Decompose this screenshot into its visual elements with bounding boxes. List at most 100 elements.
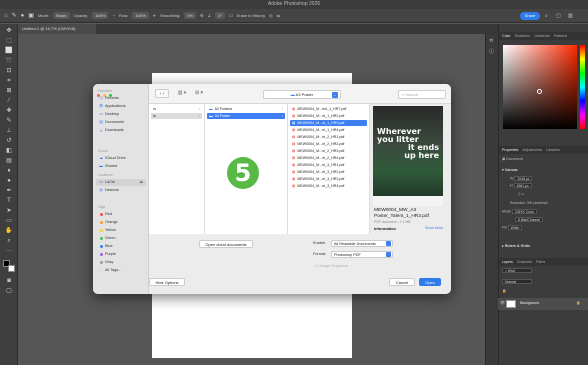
smoothing-field[interactable]: 0%: [184, 12, 197, 19]
pressure-size-icon[interactable]: ◎: [269, 13, 273, 18]
layer-visibility-icon[interactable]: 👁: [500, 300, 505, 305]
file-item[interactable]: ▤ MEW0004_M...nt_3_HR3.pdf: [290, 176, 367, 182]
tab-color[interactable]: Color: [502, 34, 511, 38]
tab-channels[interactable]: Channels: [517, 260, 532, 264]
pressure-opacity-icon[interactable]: ◔: [112, 13, 114, 18]
lasso-tool-icon[interactable]: ➰: [5, 58, 13, 65]
smoothing-settings-icon[interactable]: ⚙: [200, 13, 204, 18]
object-select-tool-icon[interactable]: ⊡: [5, 68, 13, 75]
document-tab[interactable]: Untitled-1 @ 16.7% (CMYK/8): [18, 24, 96, 34]
file-item[interactable]: ▤ MEW0004_M...nt_3_HR2.pdf: [290, 169, 367, 175]
color-mode-select[interactable]: CMYK Color: [512, 209, 537, 214]
search-input[interactable]: ⌕ Search: [398, 90, 446, 99]
tab-adjustments[interactable]: Adjustments: [522, 148, 542, 152]
path-select[interactable]: ▬ A3 Poster ⌄: [263, 90, 341, 99]
tab-patterns[interactable]: Patterns: [554, 34, 567, 38]
eyedropper-tool-icon[interactable]: ⁄: [5, 98, 13, 105]
opacity-field[interactable]: 100%: [92, 12, 109, 19]
layer-name[interactable]: Background: [520, 301, 539, 305]
shape-tool-icon[interactable]: ▭: [5, 218, 13, 225]
brush-size-icon[interactable]: ●: [21, 13, 25, 19]
eject-icon[interactable]: ⏏: [139, 179, 143, 186]
brush-icon[interactable]: ✎: [12, 12, 17, 19]
folder-a2-posters[interactable]: ▬ A2 Posters ›: [207, 106, 285, 112]
tab-gradients[interactable]: Gradients: [534, 34, 550, 38]
eraser-tool-icon[interactable]: ◧: [5, 148, 13, 155]
frame-tool-icon[interactable]: ⊠: [5, 88, 13, 95]
color-picker-marker[interactable]: [537, 89, 542, 94]
flow-field[interactable]: 100%: [132, 12, 149, 19]
sidebar-item-green[interactable]: Green: [99, 235, 116, 242]
brush-tool-icon[interactable]: ✎: [5, 118, 13, 125]
list-item[interactable]: ts ›: [151, 113, 202, 119]
file-item[interactable]: ▤ MEW0004_M...nt_2_HR2.pdf: [290, 141, 367, 147]
width-field[interactable]: 2048 px: [514, 176, 533, 181]
angle-icon[interactable]: ∠: [208, 13, 212, 18]
info-panel-icon[interactable]: ⓘ: [489, 48, 494, 55]
move-tool-icon[interactable]: ✥: [5, 28, 13, 35]
pen-tool-icon[interactable]: ✒: [5, 188, 13, 195]
blur-tool-icon[interactable]: ♦: [5, 168, 13, 175]
background-color-swatch[interactable]: [8, 265, 15, 272]
healing-tool-icon[interactable]: ✚: [5, 108, 13, 115]
tab-paths[interactable]: Paths: [536, 260, 545, 264]
landscape-icon[interactable]: ▭: [521, 192, 524, 196]
gradient-tool-icon[interactable]: ▤: [5, 158, 13, 165]
marquee-tool-icon[interactable]: ⬜: [5, 48, 13, 55]
history-brush-tool-icon[interactable]: ↺: [5, 138, 13, 145]
cancel-button[interactable]: Cancel: [389, 278, 415, 286]
erase-history-checkbox[interactable]: ☐: [229, 13, 233, 18]
sidebar-item-desktop[interactable]: ▭ Desktop: [99, 111, 119, 118]
type-tool-icon[interactable]: T: [5, 198, 13, 205]
layer-kind-filter[interactable]: ⌕ Kind: [502, 268, 532, 273]
sidebar-item-yellow[interactable]: Yellow: [99, 227, 116, 234]
show-more-link[interactable]: Show More: [425, 226, 443, 230]
sidebar-item-shared[interactable]: ▬ Shared: [99, 163, 117, 170]
hue-slider[interactable]: [580, 45, 585, 129]
sidebar-item-lacie[interactable]: ▭ LaCie ⏏: [96, 179, 146, 186]
share-button[interactable]: Share: [520, 12, 540, 20]
panels-icon[interactable]: ▥: [568, 13, 573, 19]
list-item[interactable]: rs ›: [151, 106, 202, 112]
more-tools-icon[interactable]: ···: [5, 248, 13, 255]
sidebar-item-icloud-drive[interactable]: ☁ iCloud Drive: [99, 155, 126, 162]
brush-settings-icon[interactable]: ▣: [28, 12, 34, 19]
color-picker-field[interactable]: [503, 45, 577, 129]
file-item[interactable]: ▤ MEW0004_M...nt_1_HR3.pdf: [290, 120, 367, 126]
path-select-tool-icon[interactable]: ➤: [5, 208, 13, 215]
home-icon[interactable]: ⌂: [4, 13, 8, 19]
file-item[interactable]: ▤ MEW0004_M...ent_1_HR7.pdf: [290, 106, 367, 112]
zoom-tool-icon[interactable]: ⌕: [5, 238, 13, 245]
sidebar-item-downloads[interactable]: ⤓ Downloads: [99, 127, 124, 134]
hand-tool-icon[interactable]: ✋: [5, 228, 13, 235]
group-icon[interactable]: ⊞ ▾: [193, 89, 205, 98]
file-item[interactable]: ▤ MEW0004_M...nt_1_HR4.pdf: [290, 127, 367, 133]
screen-mode-icon[interactable]: ▢: [5, 288, 13, 295]
file-item[interactable]: ▤ MEW0004_M...nt_2_HR3.pdf: [290, 148, 367, 154]
sidebar-item-recents[interactable]: ◷ Recents: [99, 95, 119, 102]
file-item[interactable]: ▤ MEW0004_M...nt_1_HR2.pdf: [290, 113, 367, 119]
view-mode-icon[interactable]: ▥ ▾: [175, 89, 189, 98]
quick-mask-icon[interactable]: ◙: [5, 278, 13, 285]
back-forward-buttons[interactable]: ‹ ›: [155, 89, 169, 98]
lock-icon[interactable]: 🔒: [502, 289, 506, 293]
portrait-icon[interactable]: ▯: [518, 192, 520, 196]
tab-properties[interactable]: Properties: [502, 148, 518, 152]
angle-field[interactable]: 0°: [215, 12, 226, 19]
mode-select[interactable]: Brush: [53, 12, 70, 19]
tab-swatches[interactable]: Swatches: [515, 34, 531, 38]
sidebar-item-orange[interactable]: Orange: [99, 219, 118, 226]
sidebar-item-blue[interactable]: Blue: [99, 243, 113, 250]
blend-mode-select[interactable]: Normal: [502, 279, 532, 284]
folder-a3-poster[interactable]: ▬ A3 Poster ›: [207, 113, 285, 119]
sidebar-item-applications[interactable]: ⌘ Applications: [99, 103, 125, 110]
stamp-tool-icon[interactable]: ⊥: [5, 128, 13, 135]
tab-libraries[interactable]: Libraries: [546, 148, 560, 152]
open-cloud-documents-button[interactable]: Open cloud documents: [199, 240, 253, 248]
enable-select[interactable]: All Readable Documents: [331, 240, 393, 247]
height-field[interactable]: 4961 px: [513, 183, 532, 188]
sidebar-item-gray[interactable]: Gray: [99, 259, 113, 266]
dodge-tool-icon[interactable]: ●: [5, 178, 13, 185]
symmetry-icon[interactable]: ⇋: [277, 13, 280, 18]
history-panel-icon[interactable]: ⟲: [489, 38, 493, 44]
